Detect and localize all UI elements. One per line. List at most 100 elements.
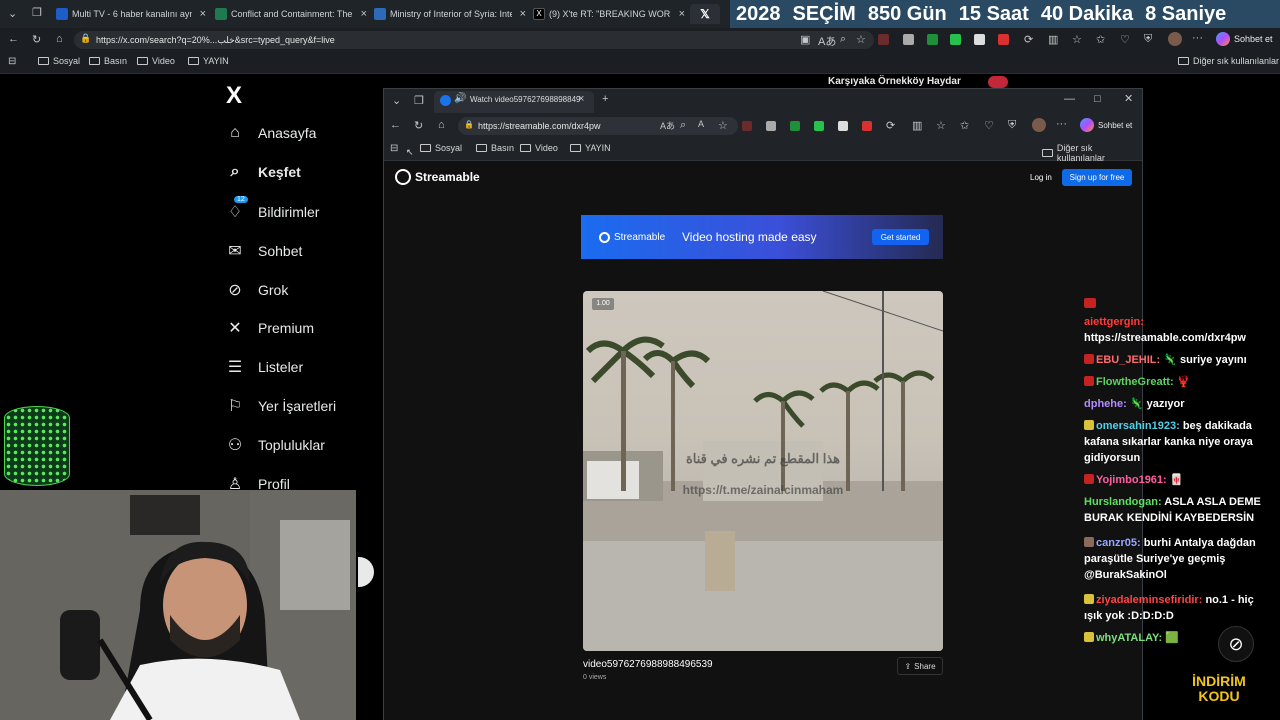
nav-home[interactable]: ⌂ Anasayfa <box>226 124 316 142</box>
browser-tab-active[interactable]: 𝕏 <box>690 4 720 24</box>
split-screen-icon[interactable]: ▣ <box>800 33 810 46</box>
split-view-icon[interactable]: ▥ <box>1048 33 1058 46</box>
close-tab-icon[interactable]: × <box>520 8 526 20</box>
close-tab-icon[interactable]: × <box>679 8 685 20</box>
nav-messages[interactable]: ✉ Sohbet <box>226 241 302 261</box>
zoom-icon[interactable]: ⌕ <box>840 33 846 46</box>
url-text[interactable]: https://streamable.com/dxr4pw <box>478 121 601 131</box>
nav-premium[interactable]: ✕ Premium <box>226 318 314 338</box>
playback-speed-badge[interactable]: 1.00 <box>592 298 614 310</box>
heart-icon[interactable]: ♡ <box>984 119 994 132</box>
browser-tab[interactable]: Ministry of Interior of Syria: Intern × <box>374 4 526 24</box>
speaker-icon[interactable]: 🔊 <box>454 93 466 104</box>
favorites-icon[interactable]: ✩ <box>1096 33 1105 46</box>
extension-icon[interactable] <box>950 34 961 45</box>
bookmark-folder[interactable]: YAYIN <box>188 56 229 66</box>
extension-icon[interactable] <box>903 34 914 45</box>
nav-communities[interactable]: ⚇ Topluluklar <box>226 435 325 455</box>
signup-button[interactable]: Sign up for free <box>1062 169 1132 186</box>
url-text[interactable]: https://x.com/search?q=20%...خلب&src=typ… <box>96 31 796 49</box>
close-tab-icon[interactable]: × <box>200 8 206 20</box>
copilot-icon[interactable] <box>1216 32 1230 46</box>
refresh-extension-icon[interactable]: ⟳ <box>886 119 895 132</box>
reading-mode-icon[interactable]: ⊟ <box>390 143 398 154</box>
heart-icon[interactable]: ♡ <box>1120 33 1130 46</box>
more-options-icon[interactable]: ··· <box>1192 32 1203 44</box>
sidebar-collapse-handle[interactable] <box>358 557 374 587</box>
minimize-icon[interactable]: — <box>1064 93 1075 105</box>
streamable-favicon-icon <box>440 95 451 106</box>
nav-grok[interactable]: ⊘ Grok <box>226 280 288 300</box>
new-tab-icon[interactable]: + <box>602 93 608 105</box>
nav-notifications[interactable]: ♢ 12 Bildirimler <box>226 196 319 222</box>
translate-icon[interactable]: Aあ <box>660 119 675 132</box>
profile-avatar[interactable] <box>1032 118 1046 132</box>
close-tab-icon[interactable]: × <box>578 93 584 105</box>
bookmark-folder[interactable]: Sosyal <box>420 143 462 153</box>
bookmark-folder[interactable]: Video <box>137 56 175 66</box>
reading-list-icon[interactable]: ☆ <box>936 119 946 132</box>
tab-list-chevron-icon[interactable]: ⌄ <box>392 94 401 107</box>
bookmark-folder[interactable]: Basın <box>89 56 127 66</box>
close-tab-icon[interactable]: × <box>361 8 367 20</box>
more-options-icon[interactable]: ··· <box>1056 118 1067 130</box>
workspaces-icon[interactable]: ❐ <box>32 6 42 19</box>
extension-icon[interactable] <box>742 121 752 131</box>
nav-bookmarks[interactable]: ⚐ Yer İşaretleri <box>226 396 336 416</box>
bookmark-folder[interactable]: YAYIN <box>570 143 611 153</box>
back-icon[interactable]: ← <box>8 33 19 45</box>
split-view-icon[interactable]: ▥ <box>912 119 922 132</box>
favorite-star-icon[interactable]: ☆ <box>856 33 866 46</box>
profile-avatar[interactable] <box>1168 32 1182 46</box>
share-button[interactable]: ⇪ Share <box>897 657 943 675</box>
other-bookmarks[interactable]: Diğer sık kullanılanlar <box>1178 56 1279 66</box>
bookmark-folder[interactable]: Basın <box>476 143 514 153</box>
other-bookmarks[interactable]: Diğer sık kullanılanlar <box>1042 143 1142 163</box>
translate-icon[interactable]: Aあ <box>818 33 836 49</box>
grok-float-button[interactable]: ⊘ <box>1218 626 1254 662</box>
extension-icon[interactable] <box>927 34 938 45</box>
copilot-button[interactable]: Sohbet et <box>1234 34 1273 44</box>
extension-icon[interactable] <box>790 121 800 131</box>
home-icon[interactable]: ⌂ <box>438 119 445 131</box>
refresh-icon[interactable]: ↻ <box>414 119 423 132</box>
nav-explore[interactable]: ⌕ Keşfet <box>226 163 301 181</box>
copilot-button[interactable]: Sohbet et <box>1098 121 1132 130</box>
extension-icon[interactable] <box>974 34 985 45</box>
browser-essentials-icon[interactable]: ⛨ <box>1144 33 1152 46</box>
browser-tab[interactable]: Conflict and Containment: The Sin × <box>215 4 367 24</box>
browser-tab[interactable]: X (9) X'te RT: "BREAKING WORLD EX × <box>533 4 685 24</box>
extension-icon[interactable] <box>878 34 889 45</box>
bookmark-folder[interactable]: Sosyal <box>38 56 80 66</box>
reading-list-icon[interactable]: ☆ <box>1072 33 1082 46</box>
zoom-icon[interactable]: ⌕ <box>680 119 686 132</box>
refresh-extension-icon[interactable]: ⟳ <box>1024 33 1033 46</box>
close-window-icon[interactable]: ✕ <box>1124 92 1133 105</box>
extension-icon[interactable] <box>766 121 776 131</box>
copilot-icon[interactable] <box>1080 118 1094 132</box>
home-icon[interactable]: ⌂ <box>56 33 63 45</box>
get-started-button[interactable]: Get started <box>872 229 929 245</box>
maximize-icon[interactable]: □ <box>1094 93 1101 105</box>
extension-icon[interactable] <box>998 34 1009 45</box>
browser-essentials-icon[interactable]: ⛨ <box>1008 119 1016 132</box>
bookmark-folder[interactable]: Video <box>520 143 558 153</box>
reading-mode-icon[interactable]: ⊟ <box>8 56 16 67</box>
login-link[interactable]: Log in <box>1030 173 1052 182</box>
streamable-logo-icon[interactable] <box>395 169 411 185</box>
browser-tab[interactable]: Multi TV - 6 haber kanalını aynı an × <box>56 4 206 24</box>
workspaces-icon[interactable]: ❐ <box>414 94 424 107</box>
favorite-star-icon[interactable]: ☆ <box>718 119 728 132</box>
extension-icon[interactable] <box>838 121 848 131</box>
site-name[interactable]: Streamable <box>415 170 480 184</box>
refresh-icon[interactable]: ↻ <box>32 33 41 46</box>
nav-lists[interactable]: ☰ Listeler <box>226 357 303 377</box>
video-player[interactable] <box>583 291 943 651</box>
tab-list-chevron-icon[interactable]: ⌄ <box>8 7 17 20</box>
extension-icon[interactable] <box>814 121 824 131</box>
read-aloud-icon[interactable]: A <box>698 119 704 129</box>
back-icon[interactable]: ← <box>390 119 401 131</box>
favorites-icon[interactable]: ✩ <box>960 119 969 132</box>
extension-icon[interactable] <box>862 121 872 131</box>
x-logo-icon[interactable]: X <box>226 82 242 110</box>
